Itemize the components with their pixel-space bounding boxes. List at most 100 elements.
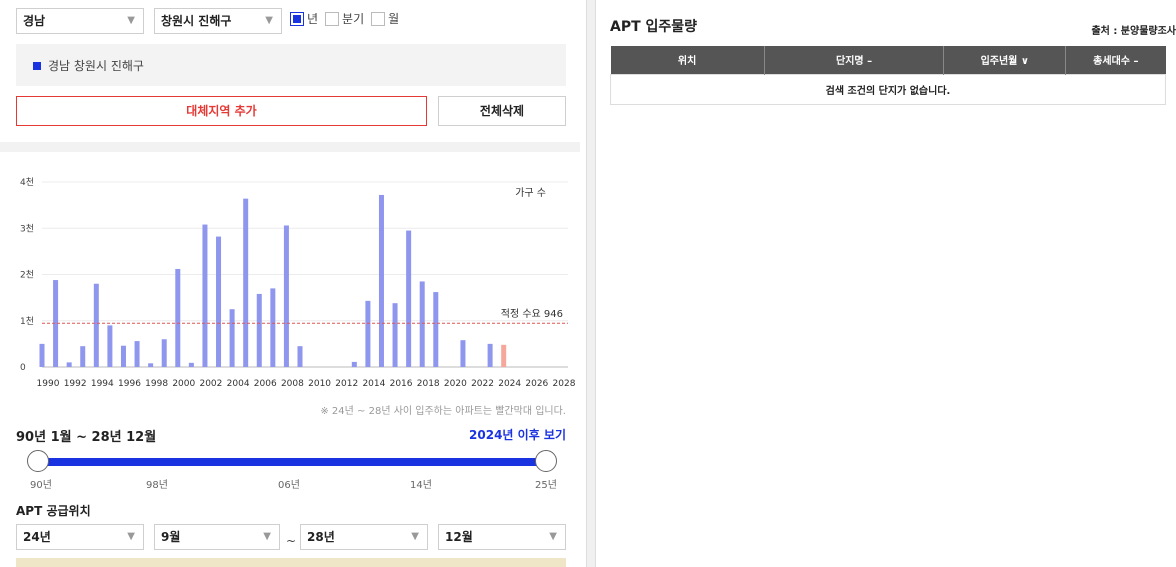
bar-2013: [351, 361, 357, 367]
from-year-select[interactable]: 24년 ▼: [16, 524, 144, 550]
bar-1999: [161, 339, 167, 367]
chevron-down-icon: ▼: [549, 531, 557, 542]
y-tick-label: 3천: [20, 223, 34, 234]
to-month-value: 12월: [445, 530, 473, 544]
supply-bar-chart: 0 1천 2천 3천 4천적정 수요 946 가구 수 1990 1992 1994 1996 19…: [20, 177, 576, 389]
bar-2024: [501, 344, 507, 367]
column-header-movein[interactable]: 입주년월 ∨: [943, 46, 1067, 74]
chevron-down-icon: ▼: [265, 15, 273, 26]
apt-move-in-title: APT 입주물량: [610, 19, 698, 35]
bar-1996: [120, 345, 126, 367]
from-month-value: 9월: [161, 530, 181, 544]
table-row: 검색 조건의 단지가 없습니다.: [610, 73, 1166, 105]
chevron-down-icon: ▼: [263, 531, 271, 542]
section-divider: [0, 142, 580, 152]
chart-note: ※ 24년 ~ 28년 사이 입주하는 아파트는 빨간막대 입니다.: [320, 406, 566, 417]
province-select-value: 경남: [23, 14, 46, 28]
bar-2009: [297, 346, 303, 367]
x-tick-label: 2004: [227, 379, 250, 389]
bar-1994: [93, 283, 99, 367]
supply-location-title: APT 공급위치: [16, 504, 91, 518]
column-header-units[interactable]: 총세대수 –: [1065, 46, 1166, 74]
period-toggle: 년 분기 월: [290, 10, 402, 27]
chevron-down-icon: ▼: [127, 531, 135, 542]
bar-1990: [39, 343, 45, 367]
x-tick-label: 2000: [172, 379, 195, 389]
source-label: 출처 : 분양물량조사: [1091, 26, 1176, 37]
x-tick-label: 2026: [525, 379, 548, 389]
checkbox-quarter[interactable]: [325, 11, 340, 26]
x-tick-label: 2024: [498, 379, 521, 389]
period-option-label: 년: [307, 12, 319, 26]
bar-1997: [134, 341, 140, 367]
map-preview[interactable]: [16, 558, 566, 567]
bar-2001: [188, 362, 194, 367]
bar-2002: [202, 224, 208, 367]
x-tick-label: 1998: [145, 379, 168, 389]
bar-2008: [283, 225, 289, 367]
range-slider-end-handle[interactable]: [535, 450, 557, 472]
checkbox-month[interactable]: [371, 11, 386, 26]
to-month-select[interactable]: 12월 ▼: [438, 524, 566, 550]
x-tick-label: 2018: [417, 379, 440, 389]
period-option-month[interactable]: 월: [371, 10, 399, 27]
range-slider-track[interactable]: [38, 458, 546, 466]
table-header-row: 위치 단지명 – 입주년월 ∨ 총세대수 –: [610, 46, 1166, 74]
delete-all-button[interactable]: 전체삭제: [438, 96, 566, 126]
apt-table: 위치 단지명 – 입주년월 ∨ 총세대수 – 검색 조건의 단지가 없습니다.: [610, 46, 1166, 105]
bar-1993: [80, 346, 86, 367]
y-tick-label: 1천: [20, 316, 34, 327]
add-region-button[interactable]: 대체지역 추가: [16, 96, 427, 126]
period-option-quarter[interactable]: 분기: [325, 10, 364, 27]
range-slider-start-handle[interactable]: [27, 450, 49, 472]
bar-2015: [378, 194, 384, 367]
slider-label: 25년: [535, 480, 557, 491]
bar-2019: [433, 292, 439, 367]
bar-2014: [365, 300, 371, 367]
range-title: 90년 1월 ~ 28년 12월: [16, 430, 157, 445]
left-panel: 경남 ▼ 창원시 진해구 ▼ 년 분기 월 경남 창원시 진해구 대체지역 추가…: [0, 0, 580, 567]
to-year-select[interactable]: 28년 ▼: [300, 524, 428, 550]
bar-1992: [66, 362, 72, 367]
bar-2007: [270, 288, 276, 367]
y-tick-label: 2천: [20, 270, 34, 281]
bar-2000: [175, 268, 181, 367]
slider-label: 14년: [410, 480, 432, 491]
period-option-year[interactable]: 년: [290, 10, 318, 27]
from-month-select[interactable]: 9월 ▼: [154, 524, 280, 550]
region-color-marker: [33, 62, 41, 70]
y-tick-label: 4천: [20, 177, 34, 188]
y-tick-label: 0: [20, 363, 26, 373]
chevron-down-icon: ▼: [127, 15, 135, 26]
empty-message: 검색 조건의 단지가 없습니다.: [610, 73, 1166, 105]
city-select[interactable]: 창원시 진해구 ▼: [154, 8, 282, 34]
bar-2017: [406, 230, 412, 367]
x-tick-label: 1996: [118, 379, 141, 389]
bar-2023: [487, 343, 493, 367]
slider-label: 98년: [146, 480, 168, 491]
checkbox-year[interactable]: [290, 11, 304, 26]
legend-label: 가구 수: [515, 187, 546, 199]
reference-line-label: 적정 수요 946: [501, 308, 563, 320]
province-select[interactable]: 경남 ▼: [16, 8, 144, 34]
x-tick-label: 2020: [444, 379, 467, 389]
x-tick-label: 1990: [37, 379, 60, 389]
column-header-complex[interactable]: 단지명 –: [764, 46, 945, 74]
selected-region-box: 경남 창원시 진해구: [16, 44, 566, 86]
bar-2003: [216, 236, 222, 367]
x-tick-label: 2028: [553, 379, 576, 389]
x-tick-label: 1994: [91, 379, 114, 389]
chevron-down-icon: ▼: [411, 531, 419, 542]
slider-label: 06년: [278, 480, 300, 491]
range-tilde: ~: [286, 534, 297, 548]
to-year-value: 28년: [307, 530, 335, 544]
x-tick-label: 2010: [308, 379, 331, 389]
x-tick-label: 2008: [281, 379, 304, 389]
panel-divider: [586, 0, 596, 567]
bar-2018: [419, 281, 425, 367]
city-select-value: 창원시 진해구: [161, 14, 232, 28]
after-2024-link[interactable]: 2024년 이후 보기: [469, 426, 566, 443]
bar-2016: [392, 303, 398, 367]
from-year-value: 24년: [23, 530, 51, 544]
bar-2006: [256, 293, 262, 367]
